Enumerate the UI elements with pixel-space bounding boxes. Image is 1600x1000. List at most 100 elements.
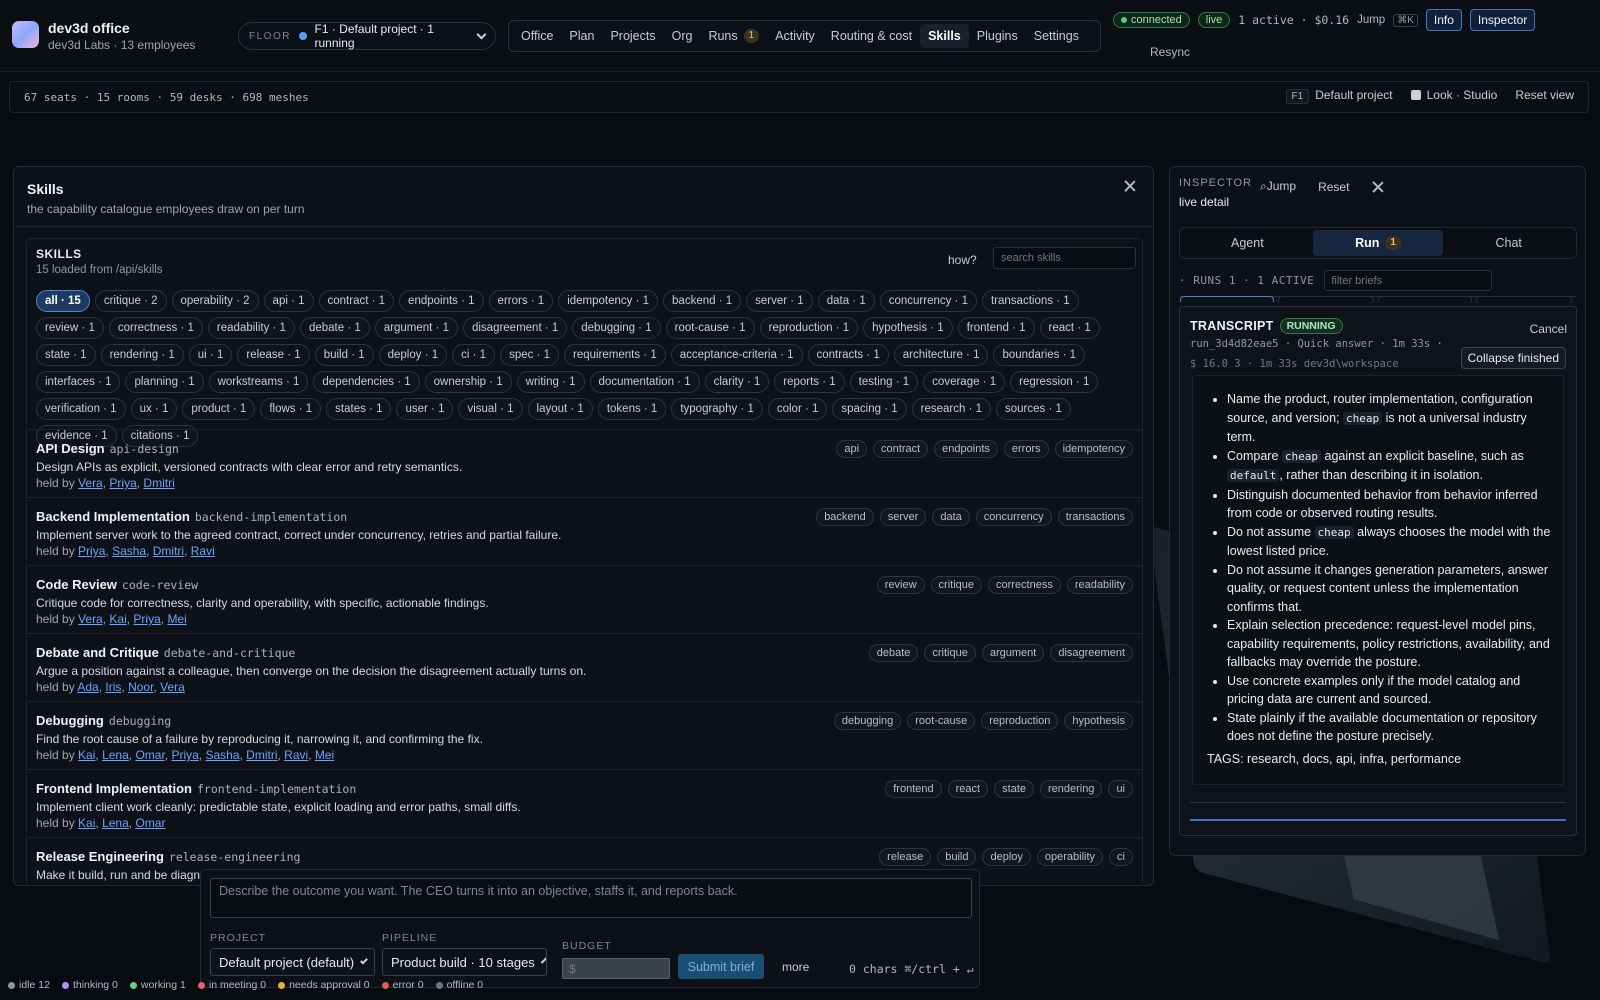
tag-chip[interactable]: concurrency · 1 (879, 290, 977, 312)
brief-textarea[interactable] (210, 878, 972, 918)
skill-tag[interactable]: ui (1108, 780, 1133, 798)
nav-routing-cost[interactable]: Routing & cost (823, 24, 920, 48)
look-toggle[interactable]: Look · Studio (1410, 88, 1497, 102)
tag-chip[interactable]: architecture · 1 (893, 344, 989, 366)
tag-chip[interactable]: argument · 1 (374, 317, 458, 339)
skill-row[interactable]: API Design api-design Design APIs as expli… (27, 429, 1142, 497)
tag-chip[interactable]: build · 1 (314, 344, 374, 366)
tab-agent[interactable]: Agent (1182, 230, 1313, 256)
skill-tag[interactable]: concurrency (975, 508, 1052, 526)
skill-tag[interactable]: frontend (885, 780, 942, 798)
holder-link[interactable]: Ada (77, 680, 98, 694)
tag-chip[interactable]: typography · 1 (671, 398, 763, 420)
inspector-jump-button[interactable]: ⌕Jump (1260, 179, 1296, 194)
skill-tag[interactable]: contract (873, 440, 929, 458)
tag-chip[interactable]: spec · 1 (500, 344, 559, 366)
tag-chip[interactable]: tokens · 1 (597, 398, 667, 420)
skill-tag[interactable]: errors (1003, 440, 1049, 458)
tag-chip[interactable]: documentation · 1 (589, 371, 700, 393)
holder-link[interactable]: Priya (133, 612, 160, 626)
tag-chip[interactable]: verification · 1 (36, 398, 126, 420)
holder-link[interactable]: Mei (315, 748, 334, 762)
tag-chip[interactable]: ownership · 1 (424, 371, 512, 393)
skill-tag[interactable]: critique (930, 576, 982, 594)
tag-chip[interactable]: color · 1 (767, 398, 828, 420)
holder-link[interactable]: Kai (78, 816, 95, 830)
skill-tag[interactable]: state (994, 780, 1034, 798)
tag-chip[interactable]: critique · 2 (94, 290, 167, 312)
skill-row[interactable]: Code Review code-review Critique code for … (27, 565, 1142, 633)
tag-chip[interactable]: testing · 1 (849, 371, 919, 393)
skill-row[interactable]: Backend Implementation backend-implementa… (27, 497, 1142, 565)
holder-link[interactable]: Sasha (205, 748, 239, 762)
tag-chip[interactable]: all · 15 (36, 290, 90, 312)
cancel-run-button[interactable]: Cancel (1530, 322, 1567, 336)
filter-briefs-input[interactable] (1324, 270, 1493, 291)
skill-tag[interactable]: root-cause (907, 712, 976, 730)
nav-office[interactable]: Office (513, 24, 561, 48)
budget-input[interactable] (562, 958, 670, 979)
tag-chip[interactable]: reproduction · 1 (759, 317, 859, 339)
skill-row[interactable]: Debate and Critique debate-and-critique Ar… (27, 633, 1142, 701)
nav-skills[interactable]: Skills (920, 24, 969, 48)
holder-link[interactable]: Iris (105, 680, 121, 694)
skill-tag[interactable]: reproduction (981, 712, 1059, 730)
skill-tag[interactable]: server (879, 508, 927, 526)
skill-tag[interactable]: release (879, 848, 932, 866)
skill-tag[interactable]: api (836, 440, 868, 458)
holder-link[interactable]: Vera (160, 680, 185, 694)
tag-chip[interactable]: debate · 1 (299, 317, 370, 339)
tab-chat[interactable]: Chat (1443, 230, 1574, 256)
tag-chip[interactable]: layout · 1 (527, 398, 593, 420)
tag-chip[interactable]: ux · 1 (130, 398, 178, 420)
jump-button[interactable]: Jump (1357, 14, 1385, 26)
tag-chip[interactable]: ci · 1 (452, 344, 496, 366)
tag-chip[interactable]: dependencies · 1 (313, 371, 420, 393)
holder-link[interactable]: Kai (109, 612, 126, 626)
holder-link[interactable]: Ravi (284, 748, 308, 762)
skill-tag[interactable]: build (937, 848, 977, 866)
tag-chip[interactable]: planning · 1 (125, 371, 204, 393)
tag-chip[interactable]: spacing · 1 (832, 398, 907, 420)
tag-chip[interactable]: hypothesis · 1 (863, 317, 953, 339)
nav-plugins[interactable]: Plugins (969, 24, 1026, 48)
tag-chip[interactable]: product · 1 (182, 398, 256, 420)
tag-chip[interactable]: react · 1 (1039, 317, 1100, 339)
holder-link[interactable]: Lena (102, 816, 129, 830)
tag-chip[interactable]: transactions · 1 (981, 290, 1079, 312)
run-subtab[interactable] (1476, 296, 1572, 302)
holder-link[interactable]: Dmitri (246, 748, 277, 762)
info-button[interactable]: Info (1425, 9, 1462, 31)
tag-chip[interactable]: workstreams · 1 (208, 371, 309, 393)
tag-chip[interactable]: debugging · 1 (572, 317, 661, 339)
tag-chip[interactable]: user · 1 (396, 398, 454, 420)
run-subtab[interactable] (1180, 296, 1274, 302)
tag-chip[interactable]: api · 1 (263, 290, 314, 312)
skill-row[interactable]: Frontend Implementation frontend-implemen… (27, 769, 1142, 837)
inspector-reset-button[interactable]: Reset (1318, 180, 1349, 194)
holder-link[interactable]: Vera (78, 476, 103, 490)
skill-tag[interactable]: react (947, 780, 989, 798)
tag-chip[interactable]: coverage · 1 (923, 371, 1006, 393)
skill-tag[interactable]: rendering (1039, 780, 1103, 798)
nav-plan[interactable]: Plan (561, 24, 602, 48)
floor-selector[interactable]: FLOOR F1 · Default project · 1 running (238, 22, 496, 50)
skill-tag[interactable]: idempotency (1054, 440, 1133, 458)
inspector-close-button[interactable] (1371, 180, 1385, 194)
holder-link[interactable]: Vera (78, 612, 103, 626)
tag-chip[interactable]: writing · 1 (516, 371, 585, 393)
skill-row[interactable]: Debugging debugging Find the root cause of… (27, 701, 1142, 769)
tag-chip[interactable]: review · 1 (36, 317, 104, 339)
tag-chip[interactable]: deploy · 1 (378, 344, 448, 366)
how-link[interactable]: how? (948, 253, 977, 267)
holder-link[interactable]: Priya (78, 544, 105, 558)
tag-chip[interactable]: clarity · 1 (704, 371, 770, 393)
tag-chip[interactable]: sources · 1 (996, 398, 1071, 420)
run-subtab[interactable] (1378, 296, 1472, 302)
tag-chip[interactable]: visual · 1 (458, 398, 523, 420)
tag-chip[interactable]: states · 1 (326, 398, 392, 420)
tag-chip[interactable]: contracts · 1 (807, 344, 889, 366)
submit-brief-button[interactable]: Submit brief (678, 954, 764, 979)
holder-link[interactable]: Omar (135, 748, 164, 762)
nav-projects[interactable]: Projects (602, 24, 663, 48)
